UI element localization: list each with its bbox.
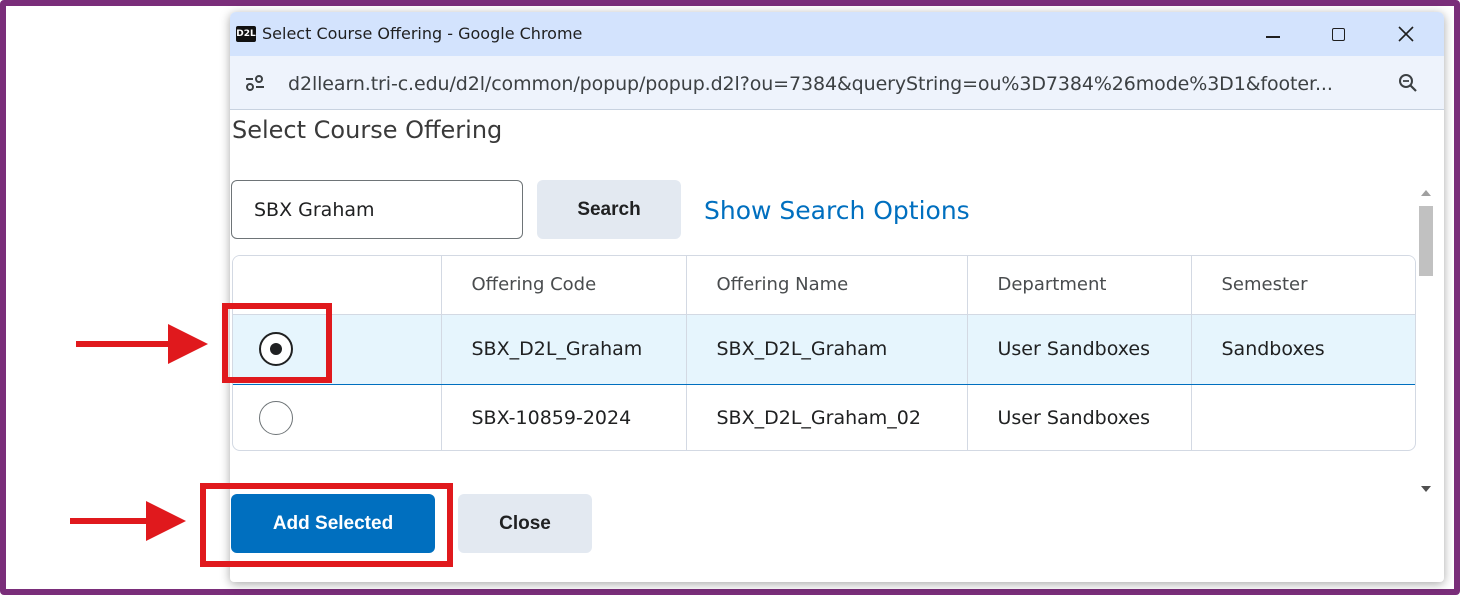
add-selected-button[interactable]: Add Selected	[231, 494, 435, 553]
offering-name-cell: SBX_D2L_Graham	[685, 313, 968, 385]
search-button[interactable]: Search	[537, 180, 681, 239]
arrow-add-annotation	[70, 501, 186, 541]
radio-button-selected[interactable]	[259, 332, 293, 366]
d2l-favicon-icon: D2L	[236, 26, 256, 42]
select-cell	[233, 313, 442, 385]
show-search-options-link[interactable]: Show Search Options	[704, 196, 970, 225]
column-header-offering-name[interactable]: Offering Name	[685, 256, 968, 315]
table-row[interactable]: SBX-10859-2024 SBX_D2L_Graham_02 User Sa…	[233, 383, 1415, 450]
scroll-down-icon[interactable]	[1421, 486, 1431, 492]
page-title: Select Course Offering	[232, 116, 503, 144]
column-header-select	[233, 256, 442, 315]
minimize-icon	[1266, 36, 1280, 38]
maximize-icon	[1331, 27, 1345, 41]
offering-name-cell: SBX_D2L_Graham_02	[685, 383, 968, 450]
table-row[interactable]: SBX_D2L_Graham SBX_D2L_Graham User Sandb…	[233, 313, 1415, 385]
scroll-thumb[interactable]	[1419, 206, 1433, 276]
site-settings-icon[interactable]	[244, 73, 266, 93]
course-offerings-table: Offering Code Offering Name Department S…	[232, 255, 1416, 451]
window-title: Select Course Offering - Google Chrome	[262, 24, 583, 43]
zoom-icon[interactable]	[1396, 71, 1420, 95]
address-bar: d2llearn.tri-c.edu/d2l/common/popup/popu…	[230, 56, 1444, 110]
popup-content: Select Course Offering Search Show Searc…	[230, 110, 1444, 582]
select-cell	[233, 383, 442, 450]
radio-dot	[270, 343, 282, 355]
close-button[interactable]: Close	[458, 494, 592, 553]
vertical-scrollbar[interactable]	[1416, 182, 1444, 502]
department-cell: User Sandboxes	[966, 383, 1192, 450]
title-bar: D2L Select Course Offering - Google Chro…	[230, 12, 1444, 56]
close-window-button[interactable]	[1383, 16, 1429, 52]
column-header-offering-code[interactable]: Offering Code	[440, 256, 687, 315]
department-cell: User Sandboxes	[966, 313, 1192, 385]
column-header-semester[interactable]: Semester	[1190, 256, 1415, 315]
chrome-popup-window: D2L Select Course Offering - Google Chro…	[230, 12, 1444, 582]
offering-code-cell: SBX_D2L_Graham	[440, 313, 687, 385]
url-text[interactable]: d2llearn.tri-c.edu/d2l/common/popup/popu…	[288, 73, 1333, 95]
offering-code-cell: SBX-10859-2024	[440, 383, 687, 450]
search-input[interactable]	[231, 180, 523, 239]
semester-cell: Sandboxes	[1190, 313, 1415, 385]
column-header-department[interactable]: Department	[966, 256, 1192, 315]
scroll-up-icon[interactable]	[1421, 190, 1431, 196]
maximize-button[interactable]	[1315, 16, 1361, 52]
radio-button[interactable]	[259, 401, 293, 435]
arrow-radio-annotation	[76, 324, 208, 364]
semester-cell	[1190, 383, 1415, 450]
minimize-button[interactable]	[1250, 16, 1296, 52]
close-icon	[1398, 26, 1414, 42]
